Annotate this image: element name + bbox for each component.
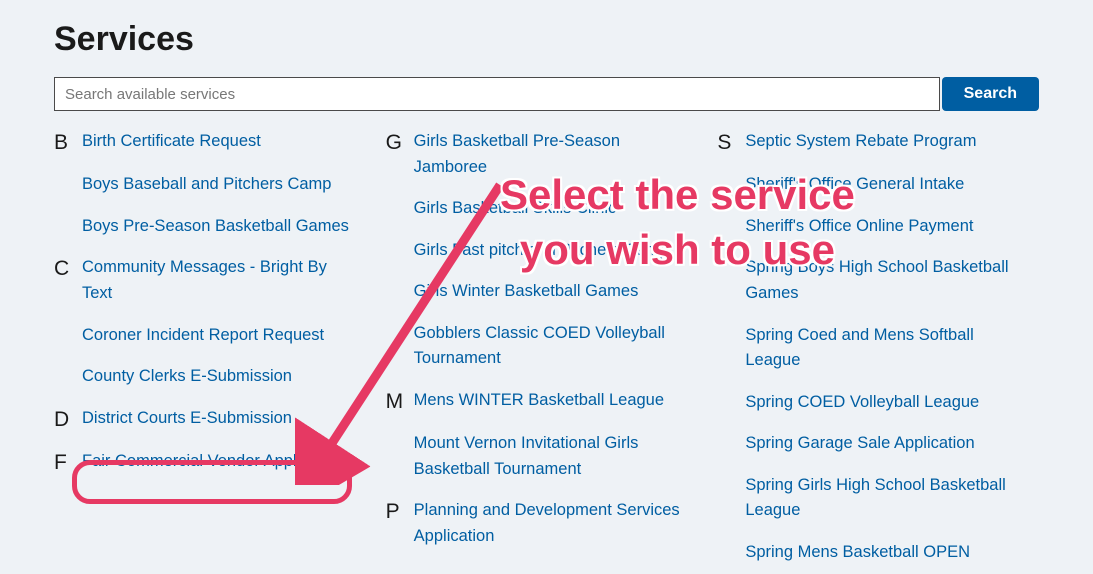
search-input[interactable]	[54, 77, 940, 111]
index-letter	[54, 364, 82, 390]
service-entry: Spring COED Volleyball League	[717, 386, 1039, 420]
index-letter: D	[54, 406, 82, 433]
index-letter	[386, 196, 414, 222]
service-entry: Boys Pre-Season Basketball Games	[54, 210, 376, 244]
index-letter	[717, 323, 745, 374]
service-entry: Spring Boys High School Basketball Games	[717, 251, 1039, 310]
service-entry: DDistrict Courts E-Submission	[54, 402, 376, 437]
service-entry: Spring Girls High School Basketball Leag…	[717, 469, 1039, 528]
service-link[interactable]: District Courts E-Submission	[82, 406, 312, 433]
service-link[interactable]: Girls Basketball Skills Clinic	[414, 196, 637, 222]
index-letter	[717, 390, 745, 416]
service-link[interactable]: Spring Girls High School Basketball Leag…	[745, 473, 1039, 524]
search-button[interactable]: Search	[942, 77, 1039, 111]
service-entry: CCommunity Messages - Bright By Text	[54, 251, 376, 310]
index-letter: C	[54, 255, 82, 306]
page-title: Services	[54, 20, 1039, 59]
service-entry: FFair Commercial Vendor Application	[54, 445, 376, 480]
service-entry: Spring Garage Sale Application	[717, 427, 1039, 461]
service-link[interactable]: Mount Vernon Invitational Girls Basketba…	[414, 431, 708, 482]
service-link[interactable]: Spring Coed and Mens Softball League	[745, 323, 1039, 374]
index-letter: S	[717, 129, 745, 156]
service-link[interactable]: Fair Commercial Vendor Application	[82, 449, 364, 476]
service-link[interactable]: Sheriff's Office Online Payment	[745, 214, 993, 240]
search-row: Search	[54, 77, 1039, 111]
index-letter: G	[386, 129, 414, 180]
service-link[interactable]: Coroner Incident Report Request	[82, 323, 344, 349]
column-2: GGirls Basketball Pre-Season JamboreeGir…	[386, 125, 708, 569]
service-entry: Spring Coed and Mens Softball League	[717, 319, 1039, 378]
index-letter: P	[386, 498, 414, 549]
column-3: SSeptic System Rebate Program Sheriff's O…	[717, 125, 1039, 569]
service-entry: County Clerks E-Submission	[54, 360, 376, 394]
service-link[interactable]: Septic System Rebate Program	[745, 129, 996, 156]
service-entry: Girls Winter Basketball Games	[386, 275, 708, 309]
service-entry: SSeptic System Rebate Program	[717, 125, 1039, 160]
service-link[interactable]: County Clerks E-Submission	[82, 364, 312, 390]
index-letter	[54, 172, 82, 198]
service-link[interactable]: Birth Certificate Request	[82, 129, 281, 156]
index-letter	[717, 172, 745, 198]
service-link[interactable]: Community Messages - Bright By Text	[82, 255, 376, 306]
index-letter	[386, 238, 414, 264]
index-letter	[386, 321, 414, 372]
service-entry: Sheriff's Office General Intake	[717, 168, 1039, 202]
index-letter	[54, 214, 82, 240]
service-link[interactable]: Planning and Development Services Applic…	[414, 498, 708, 549]
service-entry: Coroner Incident Report Request	[54, 319, 376, 353]
service-link[interactable]: Girls Basketball Pre-Season Jamboree	[414, 129, 708, 180]
index-letter	[717, 473, 745, 524]
service-entry: Sheriff's Office Online Payment	[717, 210, 1039, 244]
service-link[interactable]: Girls Winter Basketball Games	[414, 279, 659, 305]
service-link[interactable]: Boys Baseball and Pitchers Camp	[82, 172, 351, 198]
service-entry: Gobblers Classic COED Volleyball Tournam…	[386, 317, 708, 376]
service-link[interactable]: Gobblers Classic COED Volleyball Tournam…	[414, 321, 708, 372]
column-1: BBirth Certificate Request Boys Baseball …	[54, 125, 376, 569]
service-entry: GGirls Basketball Pre-Season Jamboree	[386, 125, 708, 184]
index-letter	[386, 279, 414, 305]
service-link[interactable]: Spring COED Volleyball League	[745, 390, 999, 416]
service-link[interactable]: Boys Pre-Season Basketball Games	[82, 214, 369, 240]
service-entry: Spring Mens Basketball OPEN	[717, 536, 1039, 570]
index-letter	[717, 431, 745, 457]
service-entry: Girls Basketball Skills Clinic	[386, 192, 708, 226]
services-columns: BBirth Certificate Request Boys Baseball …	[54, 125, 1039, 569]
index-letter: M	[386, 388, 414, 415]
service-link[interactable]: Spring Garage Sale Application	[745, 431, 994, 457]
service-link[interactable]: Mens WINTER Basketball League	[414, 388, 684, 415]
index-letter	[54, 323, 82, 349]
service-link[interactable]: Spring Boys High School Basketball Games	[745, 255, 1039, 306]
service-entry: BBirth Certificate Request	[54, 125, 376, 160]
index-letter	[717, 255, 745, 306]
service-entry: Mount Vernon Invitational Girls Basketba…	[386, 427, 708, 486]
index-letter	[717, 540, 745, 566]
index-letter: F	[54, 449, 82, 476]
service-entry: Girls Fast pitch and Pitchers Camp	[386, 234, 708, 268]
service-entry: PPlanning and Development Services Appli…	[386, 494, 708, 553]
service-entry: Boys Baseball and Pitchers Camp	[54, 168, 376, 202]
service-link[interactable]: Sheriff's Office General Intake	[745, 172, 984, 198]
service-entry: MMens WINTER Basketball League	[386, 384, 708, 419]
service-link[interactable]: Girls Fast pitch and Pitchers Camp	[414, 238, 689, 264]
service-link[interactable]: Spring Mens Basketball OPEN	[745, 540, 990, 566]
index-letter	[717, 214, 745, 240]
index-letter: B	[54, 129, 82, 156]
index-letter	[386, 431, 414, 482]
